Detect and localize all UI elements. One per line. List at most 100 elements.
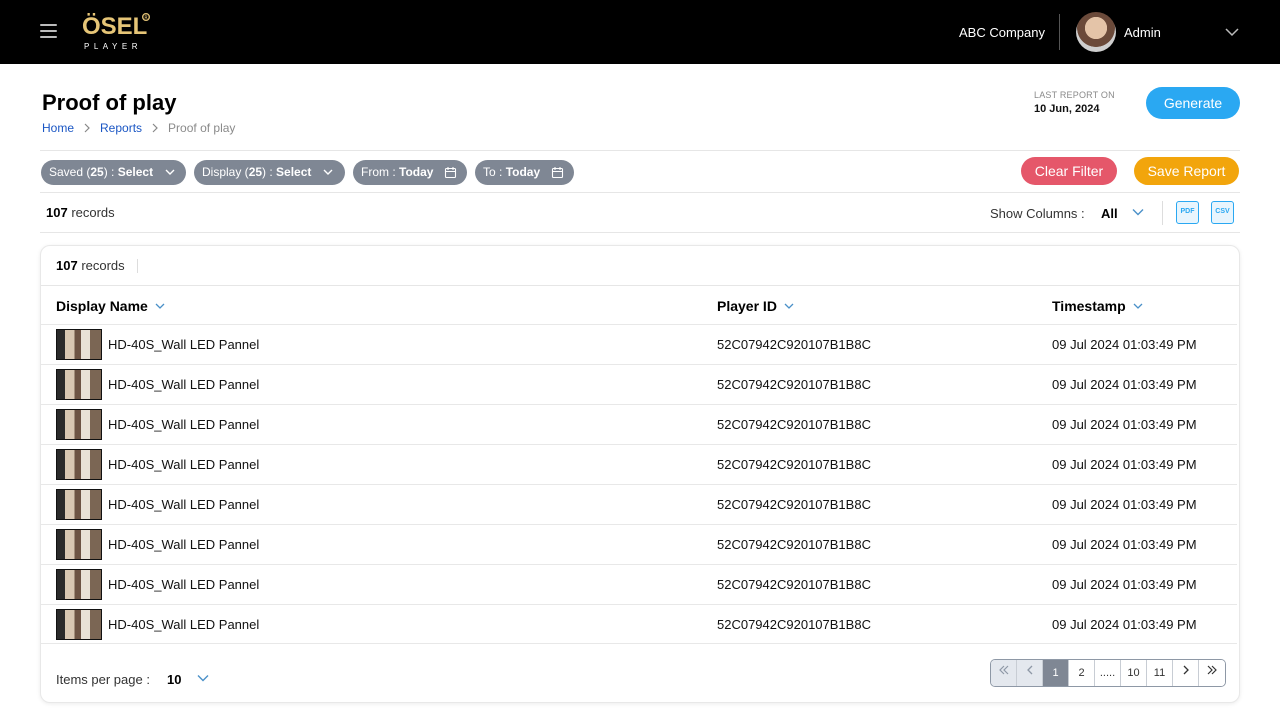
table-row[interactable]: HD-40S_Wall LED Pannel 52C07942C920107B1… bbox=[41, 564, 1237, 604]
prev-page-icon[interactable] bbox=[1017, 660, 1043, 686]
timestamp-cell: 09 Jul 2024 01:03:49 PM bbox=[1052, 537, 1197, 552]
last-report-date: 10 Jun, 2024 bbox=[1034, 103, 1100, 115]
timestamp-cell: 09 Jul 2024 01:03:49 PM bbox=[1052, 417, 1197, 432]
divider bbox=[41, 285, 1239, 286]
column-label: Display Name bbox=[56, 298, 148, 314]
avatar[interactable] bbox=[1076, 12, 1116, 52]
export-csv-button[interactable]: CSV bbox=[1211, 201, 1234, 224]
display-filter[interactable]: Display (25) : Select bbox=[194, 160, 345, 185]
table-records-count: 107 records bbox=[56, 258, 125, 273]
generate-button[interactable]: Generate bbox=[1146, 87, 1240, 119]
column-header-timestamp[interactable]: Timestamp bbox=[1052, 298, 1144, 314]
records-table-card: 107 records Display Name Player ID Times… bbox=[40, 245, 1240, 703]
table-records-number: 107 bbox=[56, 258, 78, 273]
logo-sub: PLAYER bbox=[84, 42, 142, 51]
records-count: 107 records bbox=[46, 205, 115, 220]
player-id-cell: 52C07942C920107B1B8C bbox=[717, 617, 871, 632]
top-bar: ÖSEL ® PLAYER ABC Company Admin bbox=[0, 0, 1280, 64]
saved-filter-count: 25 bbox=[90, 165, 104, 179]
divider bbox=[40, 232, 1240, 233]
export-pdf-button[interactable]: PDF bbox=[1176, 201, 1199, 224]
breadcrumb-reports[interactable]: Reports bbox=[100, 121, 142, 135]
page-button[interactable]: 2 bbox=[1069, 660, 1095, 686]
last-page-icon[interactable] bbox=[1199, 660, 1225, 686]
items-per-page-label: Items per page : bbox=[56, 672, 150, 687]
records-label: records bbox=[67, 205, 115, 220]
chevron-down-icon[interactable] bbox=[196, 671, 210, 685]
display-name-cell: HD-40S_Wall LED Pannel bbox=[108, 377, 260, 392]
user-name[interactable]: Admin bbox=[1124, 25, 1161, 40]
player-id-cell: 52C07942C920107B1B8C bbox=[717, 337, 871, 352]
page-button[interactable]: 1 bbox=[1043, 660, 1069, 686]
toolbar-divider bbox=[1162, 201, 1163, 225]
to-date-filter[interactable]: To : Today bbox=[475, 160, 574, 185]
display-thumbnail bbox=[56, 489, 102, 520]
breadcrumb-current: Proof of play bbox=[168, 121, 236, 135]
display-thumbnail bbox=[56, 409, 102, 440]
chevron-down-icon bbox=[784, 303, 794, 309]
player-id-cell: 52C07942C920107B1B8C bbox=[717, 537, 871, 552]
display-thumbnail bbox=[56, 529, 102, 560]
pagination: 1 2 ..... 10 11 bbox=[990, 659, 1226, 687]
table-row[interactable]: HD-40S_Wall LED Pannel 52C07942C920107B1… bbox=[41, 364, 1237, 404]
table-row[interactable]: HD-40S_Wall LED Pannel 52C07942C920107B1… bbox=[41, 484, 1237, 524]
display-name-cell: HD-40S_Wall LED Pannel bbox=[108, 337, 260, 352]
chevron-down-icon[interactable] bbox=[1224, 24, 1240, 40]
timestamp-cell: 09 Jul 2024 01:03:49 PM bbox=[1052, 377, 1197, 392]
player-id-cell: 52C07942C920107B1B8C bbox=[717, 457, 871, 472]
breadcrumb-home[interactable]: Home bbox=[42, 121, 74, 135]
page-button[interactable]: 11 bbox=[1147, 660, 1173, 686]
page-ellipsis: ..... bbox=[1095, 660, 1121, 686]
chevron-down-icon bbox=[1133, 303, 1143, 309]
show-columns-select[interactable]: All bbox=[1101, 206, 1118, 221]
display-filter-value: Select bbox=[276, 165, 312, 179]
logo-main: ÖSEL bbox=[82, 13, 148, 40]
chevron-down-icon bbox=[165, 169, 175, 175]
display-name-cell: HD-40S_Wall LED Pannel bbox=[108, 617, 260, 632]
first-page-icon[interactable] bbox=[991, 660, 1017, 686]
from-date-filter[interactable]: From : Today bbox=[353, 160, 467, 185]
display-thumbnail bbox=[56, 369, 102, 400]
page-title: Proof of play bbox=[42, 90, 177, 115]
player-id-cell: 52C07942C920107B1B8C bbox=[717, 497, 871, 512]
table-row[interactable]: HD-40S_Wall LED Pannel 52C07942C920107B1… bbox=[41, 444, 1237, 484]
timestamp-cell: 09 Jul 2024 01:03:49 PM bbox=[1052, 617, 1197, 632]
table-row[interactable]: HD-40S_Wall LED Pannel 52C07942C920107B1… bbox=[41, 404, 1237, 444]
display-name-cell: HD-40S_Wall LED Pannel bbox=[108, 577, 260, 592]
chevron-down-icon[interactable] bbox=[1131, 205, 1145, 219]
table-row[interactable]: HD-40S_Wall LED Pannel 52C07942C920107B1… bbox=[41, 324, 1237, 364]
save-report-button[interactable]: Save Report bbox=[1134, 157, 1239, 185]
timestamp-cell: 09 Jul 2024 01:03:49 PM bbox=[1052, 337, 1197, 352]
registered-mark: ® bbox=[142, 13, 150, 22]
page-button[interactable]: 10 bbox=[1121, 660, 1147, 686]
table-records-label: records bbox=[77, 258, 125, 273]
to-label: To : bbox=[483, 165, 506, 179]
divider bbox=[40, 192, 1240, 193]
show-columns-label: Show Columns : bbox=[990, 206, 1085, 221]
column-header-display-name[interactable]: Display Name bbox=[56, 298, 166, 314]
chevron-right-icon bbox=[152, 123, 158, 133]
menu-icon[interactable] bbox=[40, 24, 57, 38]
calendar-icon bbox=[444, 167, 457, 179]
player-id-cell: 52C07942C920107B1B8C bbox=[717, 417, 871, 432]
timestamp-cell: 09 Jul 2024 01:03:49 PM bbox=[1052, 577, 1197, 592]
display-thumbnail bbox=[56, 609, 102, 640]
saved-filter-prefix: Saved ( bbox=[49, 165, 91, 179]
next-page-icon[interactable] bbox=[1173, 660, 1199, 686]
display-filter-prefix: Display ( bbox=[202, 165, 249, 179]
table-row[interactable]: HD-40S_Wall LED Pannel 52C07942C920107B1… bbox=[41, 524, 1237, 564]
display-name-cell: HD-40S_Wall LED Pannel bbox=[108, 417, 260, 432]
clear-filter-button[interactable]: Clear Filter bbox=[1021, 157, 1117, 185]
table-row[interactable]: HD-40S_Wall LED Pannel 52C07942C920107B1… bbox=[41, 604, 1237, 644]
from-label: From : bbox=[361, 165, 399, 179]
company-name: ABC Company bbox=[959, 25, 1045, 40]
chevron-down-icon bbox=[323, 169, 333, 175]
saved-filter[interactable]: Saved (25) : Select bbox=[41, 160, 186, 185]
from-value: Today bbox=[399, 165, 434, 179]
breadcrumb: Home Reports Proof of play bbox=[42, 121, 235, 135]
items-per-page-select[interactable]: 10 bbox=[167, 672, 181, 687]
records-number: 107 bbox=[46, 205, 68, 220]
logo: ÖSEL ® PLAYER bbox=[82, 13, 152, 53]
records-divider bbox=[137, 259, 138, 273]
column-header-player-id[interactable]: Player ID bbox=[717, 298, 795, 314]
